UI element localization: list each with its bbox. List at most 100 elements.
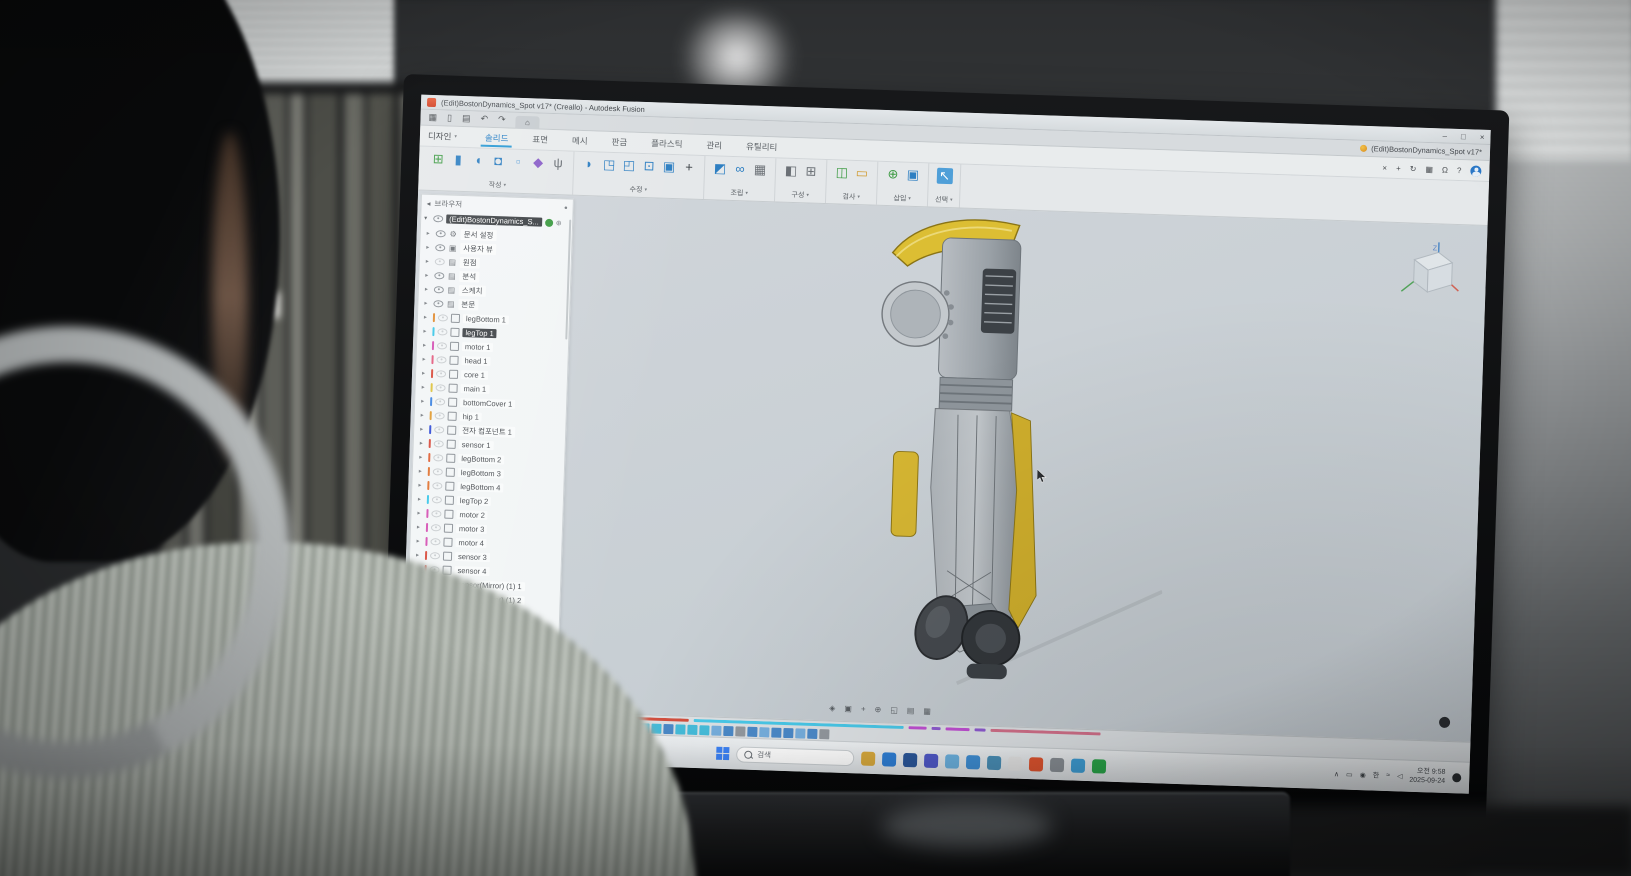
timeline-feature-icon[interactable]	[723, 725, 733, 735]
toolbar-tool-icon[interactable]: +	[681, 159, 698, 176]
timeline-feature-icon[interactable]	[747, 726, 757, 736]
toolbar-tool-icon[interactable]: ◰	[621, 157, 638, 174]
expand-arrow-icon[interactable]: ▸	[420, 425, 426, 432]
visibility-eye-icon[interactable]	[435, 398, 445, 405]
expand-arrow-icon[interactable]: ▸	[425, 285, 431, 292]
expand-arrow-icon[interactable]: ▸	[427, 229, 433, 236]
taskbar-app-icon[interactable]	[861, 751, 875, 765]
toolbar-tool-icon[interactable]: ▭	[854, 165, 871, 182]
timeline-feature-icon[interactable]	[795, 728, 805, 738]
toolbar-tool-icon[interactable]: ⊡	[641, 158, 658, 175]
toolbar-group-label[interactable]: 구성 ▾	[791, 190, 809, 201]
qat-icon[interactable]: ▤	[462, 114, 471, 123]
expand-arrow-icon[interactable]: ▸	[418, 495, 424, 502]
visibility-eye-icon[interactable]	[434, 286, 444, 293]
timeline-feature-icon[interactable]	[699, 725, 709, 735]
toolbar-tool-icon[interactable]: ⊕	[885, 166, 902, 183]
ribbon-tab[interactable]: 판금	[601, 132, 637, 153]
ribbon-tab[interactable]: 메시	[562, 130, 598, 151]
qat-icon[interactable]: ▯	[447, 113, 452, 122]
header-icon[interactable]: ↻	[1410, 164, 1417, 173]
maximize-button[interactable]: □	[1461, 132, 1466, 141]
toolbar-tool-icon[interactable]: ▣	[661, 159, 678, 176]
toolbar-group-label[interactable]: 선택 ▾	[935, 195, 953, 206]
visibility-eye-icon[interactable]	[430, 552, 440, 559]
expand-arrow-icon[interactable]: ▾	[424, 215, 427, 222]
visibility-eye-icon[interactable]	[432, 482, 442, 489]
qat-icon[interactable]: ↷	[498, 115, 506, 124]
timeline-feature-icon[interactable]	[735, 726, 745, 736]
windows-start-button[interactable]	[716, 747, 729, 760]
user-avatar[interactable]	[1470, 165, 1481, 176]
visibility-eye-icon[interactable]	[435, 258, 445, 265]
robot-leg-model[interactable]	[844, 209, 1175, 697]
visibility-eye-icon[interactable]	[434, 426, 444, 433]
expand-arrow-icon[interactable]: ▸	[423, 341, 429, 348]
visibility-eye-icon[interactable]	[431, 510, 441, 517]
taskbar-app-icon[interactable]	[987, 755, 1001, 769]
header-icon[interactable]: +	[1396, 163, 1401, 172]
visibility-eye-icon[interactable]	[436, 356, 446, 363]
header-icon[interactable]: ×	[1382, 163, 1387, 172]
taskbar-clock[interactable]: 오전 9:58 2025-09-24	[1409, 767, 1445, 786]
visibility-eye-icon[interactable]	[437, 342, 447, 349]
view-cube[interactable]: Z	[1397, 239, 1461, 303]
expand-arrow-icon[interactable]: ▸	[416, 551, 422, 558]
panel-pin-icon[interactable]: ●	[564, 205, 568, 211]
tray-icon[interactable]: ◁	[1397, 772, 1403, 780]
expand-arrow-icon[interactable]: ▸	[420, 439, 426, 446]
qat-icon[interactable]: ↶	[480, 115, 488, 124]
toolbar-group-label[interactable]: 수정 ▾	[629, 185, 647, 196]
viewport-nav-icon[interactable]: ▦	[923, 707, 931, 716]
visibility-eye-icon[interactable]	[430, 538, 440, 545]
viewport-nav-icon[interactable]: ◈	[829, 703, 835, 712]
tray-icon[interactable]: ◉	[1360, 771, 1366, 779]
toolbar-group-label[interactable]: 검사 ▾	[842, 192, 860, 203]
toolbar-group-label[interactable]: 작성 ▾	[489, 180, 507, 191]
toolbar-tool-icon[interactable]: ∞	[732, 161, 749, 178]
expand-arrow-icon[interactable]: ▸	[421, 411, 427, 418]
expand-arrow-icon[interactable]: ▸	[424, 313, 430, 320]
expand-arrow-icon[interactable]: ▸	[426, 243, 432, 250]
taskbar-app-icon[interactable]	[945, 754, 959, 768]
visibility-eye-icon[interactable]	[433, 215, 443, 222]
viewport-nav-icon[interactable]: ▣	[844, 704, 852, 713]
timeline-feature-icon[interactable]	[819, 729, 829, 739]
toolbar-tool-icon[interactable]: ◧	[783, 163, 800, 180]
ribbon-tab[interactable]: 플라스틱	[641, 133, 693, 155]
visibility-eye-icon[interactable]	[435, 412, 445, 419]
expand-arrow-icon[interactable]: ▸	[417, 523, 423, 530]
timeline-feature-icon[interactable]	[711, 725, 721, 735]
toolbar-tool-icon[interactable]: ▣	[905, 167, 922, 184]
taskbar-app-icon[interactable]	[882, 752, 896, 766]
expand-arrow-icon[interactable]: ▸	[422, 355, 428, 362]
viewport-nav-icon[interactable]: ⊕	[874, 705, 881, 714]
ribbon-tab[interactable]: 표면	[522, 129, 558, 150]
visibility-eye-icon[interactable]	[434, 272, 444, 279]
toolbar-tool-icon[interactable]: ◩	[712, 160, 729, 177]
taskbar-app-icon[interactable]	[903, 752, 917, 766]
ribbon-tab[interactable]: 관리	[696, 135, 732, 156]
header-icon[interactable]: ▦	[1425, 164, 1433, 173]
visibility-eye-icon[interactable]	[433, 454, 443, 461]
toolbar-tool-icon[interactable]: ◗	[581, 156, 598, 173]
toolbar-tool-icon[interactable]: ▮	[450, 152, 467, 169]
expand-arrow-icon[interactable]: ▸	[424, 299, 430, 306]
visibility-eye-icon[interactable]	[431, 524, 441, 531]
taskbar-app-icon[interactable]	[1092, 759, 1106, 773]
visibility-eye-icon[interactable]	[432, 496, 442, 503]
expand-arrow-icon[interactable]: ▸	[422, 383, 428, 390]
toolbar-group-label[interactable]: 삽입 ▾	[893, 193, 911, 204]
taskbar-app-icon[interactable]	[1071, 758, 1085, 772]
ribbon-tab[interactable]: 유틸리티	[736, 136, 788, 158]
toolbar-tool-icon[interactable]: ▫	[510, 154, 527, 171]
toolbar-tool-icon[interactable]: ◳	[601, 157, 618, 174]
notification-badge[interactable]	[1452, 773, 1461, 782]
taskbar-app-icon[interactable]	[1050, 757, 1064, 771]
header-icon[interactable]: ?	[1457, 165, 1462, 174]
ribbon-tab[interactable]: 솔리드	[475, 127, 519, 148]
timeline-feature-icon[interactable]	[807, 728, 817, 738]
minimize-button[interactable]: –	[1442, 131, 1447, 140]
tray-icon[interactable]: 한	[1373, 770, 1380, 780]
timeline-feature-icon[interactable]	[663, 723, 673, 733]
